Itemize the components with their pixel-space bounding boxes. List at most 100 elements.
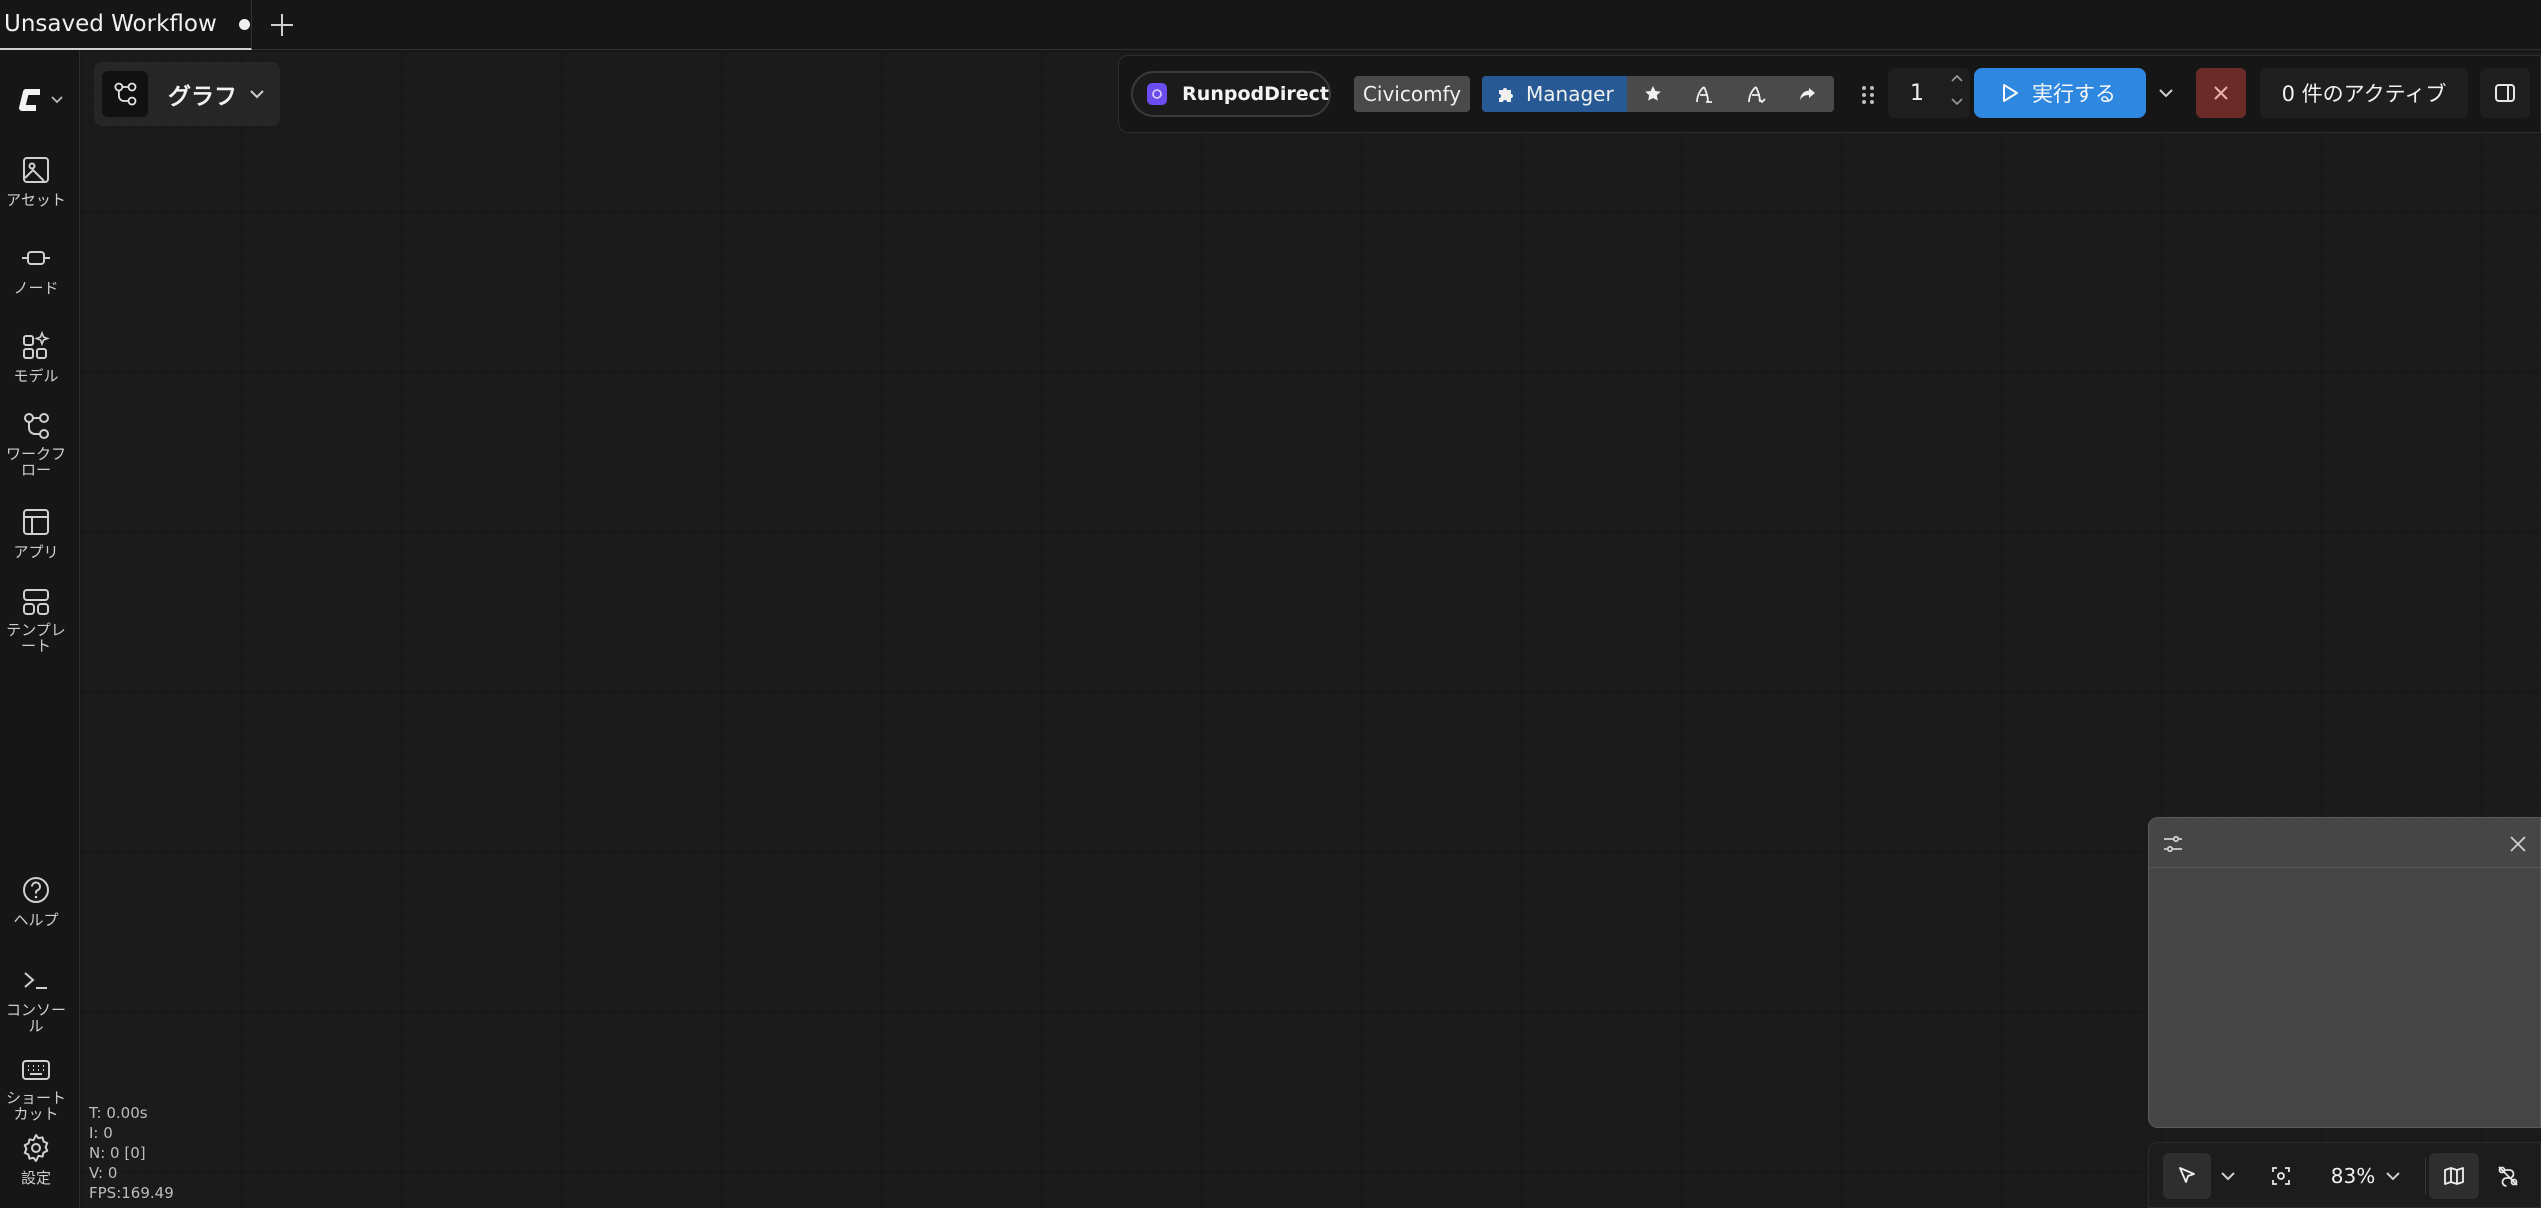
sidebar-item-assets[interactable]: アセット [0, 154, 72, 208]
minimap-panel[interactable] [2148, 817, 2541, 1128]
stat-nodes: N: 0 [0] [89, 1144, 146, 1162]
sidebar-item-label: ヘルプ [13, 911, 59, 929]
chevron-down-icon [250, 90, 264, 99]
share-icon [1800, 88, 1816, 100]
sidebar-item-label: アプリ [13, 543, 59, 561]
console-icon [24, 972, 47, 989]
select-tool-button[interactable] [2163, 1153, 2211, 1199]
sidebar-item-models[interactable]: モデル [0, 330, 72, 384]
runpod-button[interactable]: RunpodDirect [1131, 71, 1331, 117]
chevron-up-icon[interactable] [1950, 74, 1964, 84]
stat-i: I: 0 [89, 1124, 113, 1142]
app-icon [23, 509, 49, 535]
hide-links-icon [2498, 1166, 2518, 1187]
graph-label: グラフ [168, 84, 237, 110]
pointer-icon [2179, 1167, 2195, 1183]
map-icon [2444, 1167, 2464, 1185]
minimap-header [2149, 818, 2540, 868]
unsaved-dot-icon [238, 18, 250, 30]
plus-icon [271, 14, 293, 36]
sidebar-item-apps[interactable]: アプリ [0, 506, 72, 560]
sidebar-item-label: アセット [6, 191, 66, 209]
panel-icon [2495, 84, 2515, 102]
run-options-button[interactable] [2150, 68, 2182, 118]
chevron-down-icon [51, 96, 63, 104]
graph-selector[interactable]: グラフ [94, 62, 280, 126]
stat-v: V: 0 [89, 1164, 118, 1182]
workflow-tab[interactable]: Unsaved Workflow [0, 0, 252, 50]
puzzle-icon [1499, 88, 1513, 102]
stat-fps: FPS:169.49 [89, 1184, 174, 1202]
model-manager-icon [1696, 86, 1713, 103]
star-button[interactable] [1627, 76, 1679, 112]
star-icon [1644, 86, 1661, 101]
sidebar-item-label: コンソール [5, 1001, 66, 1035]
keyboard-icon [22, 1060, 50, 1080]
divider [2425, 1158, 2426, 1194]
render-stats: T: 0.00s I: 0 N: 0 [0] V: 0 FPS:169.49 [89, 1103, 174, 1203]
canvas-controls: 83% [2148, 1142, 2541, 1208]
settings-icon [23, 1134, 49, 1162]
minimap-toggle-button[interactable] [2429, 1153, 2479, 1199]
focus-icon [2272, 1167, 2290, 1185]
node-icon [22, 251, 50, 265]
sidebar-item-label: テンプレート [6, 621, 66, 655]
batch-stepper[interactable] [1950, 74, 1964, 106]
manager-group: Manager [1482, 76, 1834, 112]
image-icon [23, 157, 49, 183]
sidebar: アセット ノード モデル ワークフロー アプリ テンプレート ヘルプ コンソール… [0, 50, 80, 1208]
sidebar-item-shortcuts[interactable]: ショートカット [0, 1054, 72, 1122]
zoom-level: 83% [2330, 1164, 2376, 1188]
chevron-down-icon[interactable] [1950, 96, 1964, 106]
sliders-icon[interactable] [2161, 832, 2185, 856]
close-icon [2214, 86, 2228, 100]
model-manager-button[interactable] [1678, 76, 1730, 112]
comfy-logo-button[interactable] [18, 80, 68, 120]
chevron-down-icon [2221, 1172, 2235, 1181]
drag-handle-icon[interactable] [1858, 82, 1878, 108]
model-icon [23, 330, 50, 359]
chevron-down-icon [2159, 89, 2173, 98]
sidebar-item-label: ショートカット [5, 1089, 66, 1123]
civicomfy-button[interactable]: Civicomfy [1354, 76, 1470, 112]
sidebar-item-label: ノード [13, 279, 59, 297]
tab-bar: Unsaved Workflow [0, 0, 2541, 50]
share-button[interactable] [1782, 76, 1834, 112]
stop-button[interactable] [2196, 68, 2246, 118]
active-queue-button[interactable]: 0 件のアクティブ [2260, 68, 2468, 118]
workflow-icon [24, 413, 49, 439]
run-label: 実行する [2032, 82, 2116, 106]
close-icon[interactable] [2506, 832, 2530, 856]
manager-label: Manager [1526, 82, 1614, 106]
tool-options-button[interactable] [2215, 1153, 2241, 1199]
right-panel-toggle[interactable] [2480, 68, 2530, 118]
sidebar-item-console[interactable]: コンソール [0, 964, 72, 1034]
graph-icon-box [102, 71, 148, 117]
template-icon [23, 589, 49, 615]
stat-time: T: 0.00s [89, 1104, 148, 1122]
new-tab-button[interactable] [262, 5, 302, 45]
fit-view-button[interactable] [2261, 1153, 2301, 1199]
play-icon [2003, 84, 2018, 102]
comfy-logo-icon [19, 89, 40, 111]
sidebar-item-templates[interactable]: テンプレート [0, 586, 72, 654]
model-download-button[interactable] [1730, 76, 1782, 112]
sidebar-item-nodes[interactable]: ノード [0, 242, 72, 296]
chevron-down-icon [2386, 1172, 2400, 1181]
sidebar-item-label: モデル [13, 367, 59, 385]
sidebar-item-settings[interactable]: 設定 [0, 1132, 72, 1186]
runpod-logo-icon [1147, 83, 1168, 105]
manager-button[interactable]: Manager [1482, 76, 1627, 112]
sidebar-item-workflows[interactable]: ワークフロー [0, 410, 72, 478]
tab-title: Unsaved Workflow [4, 11, 217, 37]
help-icon [23, 877, 49, 903]
batch-count-input[interactable]: 1 [1888, 68, 1970, 118]
workflow-icon [114, 82, 137, 106]
run-button[interactable]: 実行する [1974, 68, 2146, 118]
runpod-label: RunpodDirect [1182, 83, 1329, 105]
model-download-icon [1748, 86, 1766, 104]
link-visibility-button[interactable] [2485, 1153, 2531, 1199]
sidebar-item-label: 設定 [20, 1169, 51, 1187]
sidebar-item-help[interactable]: ヘルプ [0, 874, 72, 928]
zoom-control[interactable]: 83% [2311, 1153, 2421, 1199]
